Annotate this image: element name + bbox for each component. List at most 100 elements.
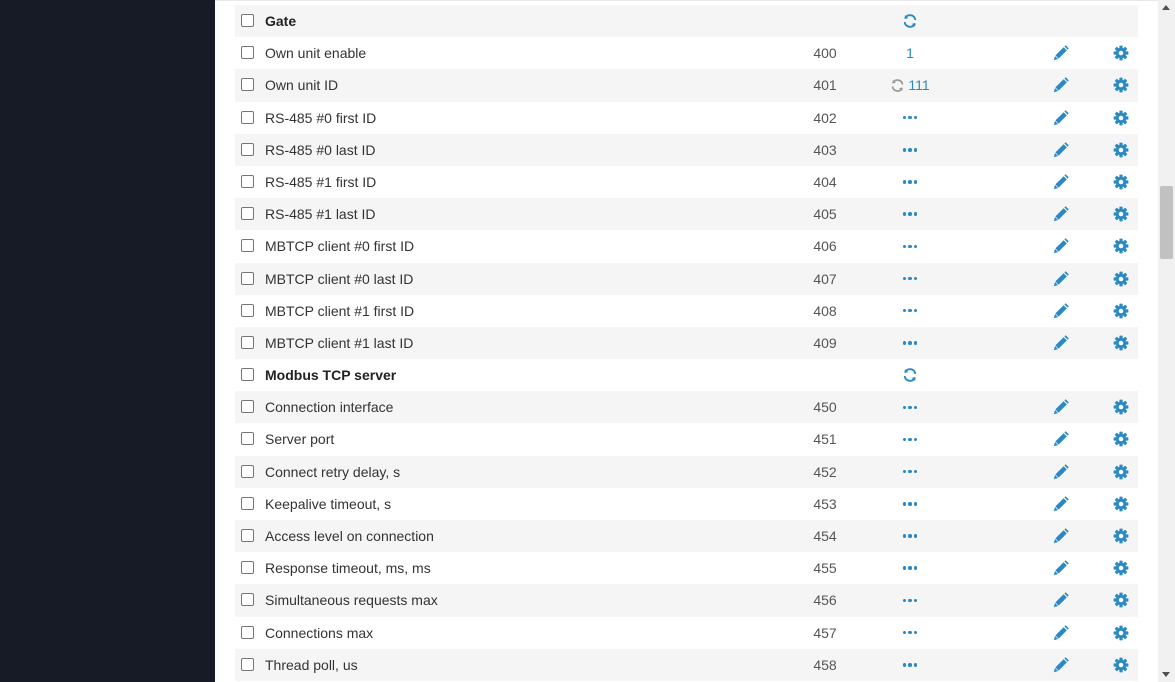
register-number: 452	[813, 463, 837, 480]
row-checkbox[interactable]	[241, 78, 254, 92]
row-checkbox[interactable]	[241, 464, 254, 478]
row-checkbox[interactable]	[241, 625, 254, 639]
row-checkbox[interactable]	[241, 142, 254, 156]
gear-icon[interactable]	[1113, 625, 1129, 641]
ellipsis-icon[interactable]	[890, 102, 930, 134]
row-checkbox[interactable]	[241, 529, 254, 542]
parameter-name: Connections max	[265, 624, 374, 641]
pencil-icon[interactable]	[1053, 560, 1069, 576]
ellipsis-icon[interactable]	[890, 166, 930, 198]
parameter-row: MBTCP client #0 first ID 406	[235, 230, 1138, 262]
parameter-name: MBTCP client #1 first ID	[265, 302, 415, 319]
ellipsis-icon[interactable]	[890, 134, 930, 166]
register-number: 409	[813, 334, 837, 351]
ellipsis-icon[interactable]	[890, 391, 930, 423]
gear-icon[interactable]	[1113, 560, 1129, 576]
ellipsis-icon[interactable]	[890, 456, 930, 488]
row-checkbox[interactable]	[241, 271, 254, 285]
vertical-scrollbar[interactable]	[1158, 0, 1175, 682]
scroll-up-arrow-icon[interactable]	[1162, 5, 1170, 10]
pencil-icon[interactable]	[1053, 238, 1069, 254]
gear-icon[interactable]	[1113, 496, 1129, 512]
pencil-icon[interactable]	[1053, 141, 1069, 158]
gear-icon[interactable]	[1113, 657, 1129, 673]
scroll-down-arrow-icon[interactable]	[1162, 672, 1170, 677]
parameter-name: MBTCP client #0 first ID	[265, 238, 415, 255]
row-checkbox[interactable]	[241, 593, 254, 607]
ellipsis-icon[interactable]	[890, 584, 930, 616]
parameter-name: Access level on connection	[265, 528, 434, 544]
ellipsis-icon[interactable]	[890, 263, 930, 295]
gear-icon[interactable]	[1113, 206, 1129, 222]
pencil-icon[interactable]	[1053, 270, 1069, 287]
gear-icon[interactable]	[1113, 238, 1129, 254]
row-checkbox[interactable]	[241, 561, 254, 575]
pencil-icon[interactable]	[1053, 335, 1069, 351]
gear-icon[interactable]	[1113, 271, 1129, 287]
pencil-icon[interactable]	[1053, 528, 1069, 544]
row-checkbox[interactable]	[241, 657, 254, 671]
parameter-name: MBTCP client #1 last ID	[265, 334, 414, 351]
row-checkbox[interactable]	[241, 496, 254, 510]
parameter-name: RS-485 #0 first ID	[265, 109, 377, 126]
gear-icon[interactable]	[1113, 399, 1129, 415]
ellipsis-icon[interactable]	[890, 327, 930, 359]
pencil-icon[interactable]	[1053, 496, 1069, 512]
row-checkbox[interactable]	[241, 432, 254, 446]
row-checkbox[interactable]	[241, 400, 254, 414]
ellipsis-icon[interactable]	[890, 230, 930, 262]
parameter-value[interactable]: 111	[890, 69, 930, 101]
register-number: 404	[813, 173, 837, 190]
pencil-icon[interactable]	[1053, 656, 1069, 673]
pencil-icon[interactable]	[1053, 109, 1069, 126]
pencil-icon[interactable]	[1053, 45, 1069, 61]
row-checkbox[interactable]	[241, 303, 254, 317]
pencil-icon[interactable]	[1053, 174, 1069, 190]
row-checkbox[interactable]	[241, 14, 254, 27]
ellipsis-icon[interactable]	[890, 488, 930, 520]
gear-icon[interactable]	[1113, 592, 1129, 608]
pencil-icon[interactable]	[1053, 592, 1069, 608]
row-checkbox[interactable]	[241, 239, 254, 253]
row-checkbox[interactable]	[241, 335, 254, 349]
pencil-icon[interactable]	[1053, 302, 1069, 319]
parameter-name: Server port	[265, 431, 335, 448]
gear-icon[interactable]	[1113, 45, 1129, 61]
row-checkbox[interactable]	[241, 46, 254, 60]
gear-icon[interactable]	[1113, 77, 1129, 93]
pencil-icon[interactable]	[1053, 206, 1069, 222]
gear-icon[interactable]	[1113, 174, 1129, 190]
row-checkbox[interactable]	[241, 174, 254, 188]
gear-icon[interactable]	[1113, 110, 1129, 126]
row-checkbox[interactable]	[241, 368, 254, 382]
ellipsis-icon[interactable]	[890, 423, 930, 455]
pencil-icon[interactable]	[1053, 399, 1069, 415]
pencil-icon[interactable]	[1053, 431, 1069, 447]
gear-icon[interactable]	[1113, 142, 1129, 158]
gear-icon[interactable]	[1113, 431, 1129, 447]
row-checkbox[interactable]	[241, 207, 254, 221]
refresh-icon[interactable]	[890, 359, 930, 391]
pencil-icon[interactable]	[1053, 463, 1069, 480]
refresh-icon[interactable]	[890, 5, 930, 37]
pencil-icon[interactable]	[1053, 77, 1069, 93]
pencil-icon[interactable]	[1053, 624, 1069, 641]
ellipsis-icon[interactable]	[890, 649, 930, 681]
register-number: 403	[813, 141, 837, 158]
register-number: 406	[813, 238, 837, 255]
parameter-row: Connections max 457	[235, 617, 1138, 649]
ellipsis-icon[interactable]	[890, 295, 930, 327]
ellipsis-icon[interactable]	[890, 520, 930, 552]
gear-icon[interactable]	[1113, 528, 1129, 544]
parameter-row: Access level on connection 454	[235, 520, 1138, 553]
scrollbar-thumb[interactable]	[1160, 186, 1173, 259]
row-checkbox[interactable]	[241, 110, 254, 124]
ellipsis-icon[interactable]	[890, 617, 930, 649]
ellipsis-icon[interactable]	[890, 198, 930, 230]
gear-icon[interactable]	[1113, 303, 1129, 319]
gear-icon[interactable]	[1113, 464, 1129, 480]
gear-icon[interactable]	[1113, 335, 1129, 351]
parameter-value[interactable]: 1	[890, 37, 930, 69]
register-number: 454	[813, 528, 837, 544]
ellipsis-icon[interactable]	[890, 552, 930, 584]
